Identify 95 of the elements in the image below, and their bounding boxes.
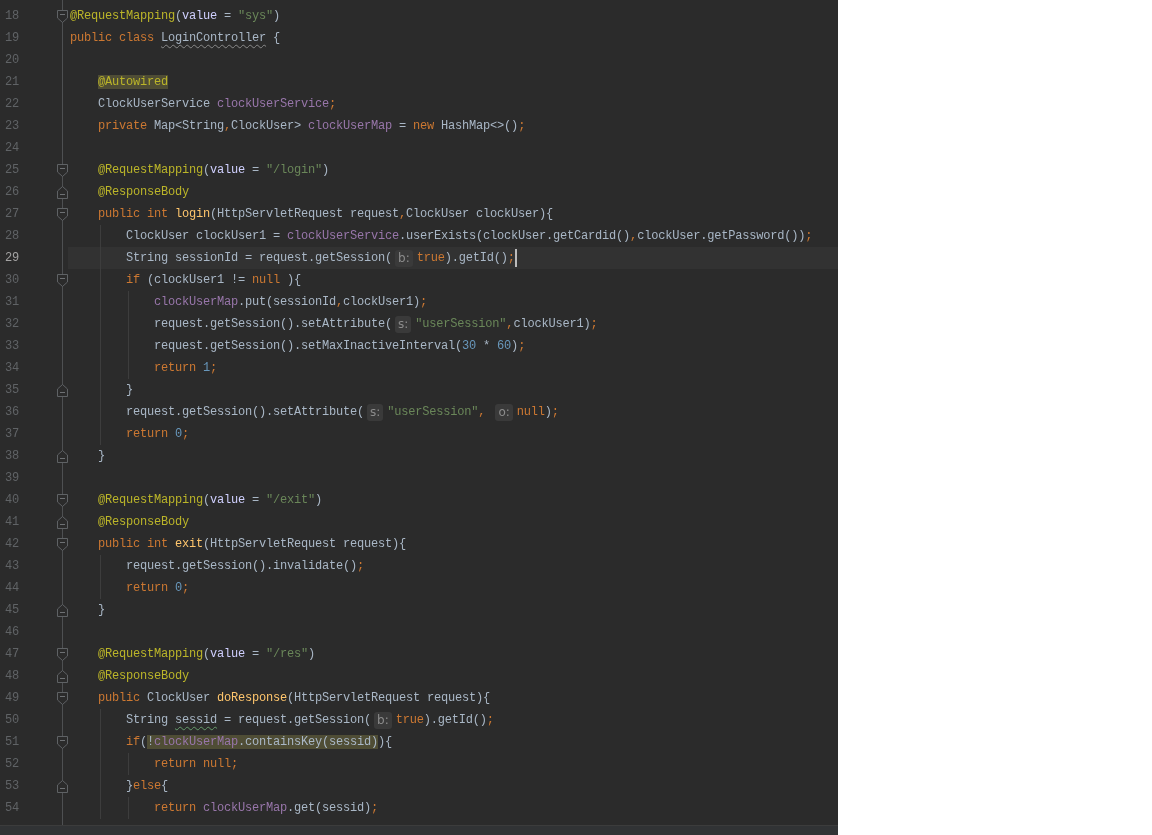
code-text: true).getId(); [395,712,494,729]
line-number: 19 [4,30,19,47]
line-number: 39 [4,470,19,487]
parameter-hint: b: [395,249,413,267]
line-number: 51 [4,734,19,751]
code-line: return 1; [154,360,218,377]
code-line: if (clockUser1 != null ){ [126,272,302,289]
line-number: 35 [4,382,19,399]
line-number: 24 [4,140,19,157]
code-line: }else{ [126,778,169,795]
fold-marker-icon[interactable] [57,647,68,661]
fold-marker-icon[interactable] [57,185,68,199]
line-number: 45 [4,602,19,619]
line-number: 48 [4,668,19,685]
fold-marker-icon[interactable] [57,603,68,617]
fold-marker-icon[interactable] [57,383,68,397]
code-line: ClockUserService clockUserService; [98,96,337,113]
code-line: } [98,602,105,619]
parameter-hint: s: [395,315,412,333]
fold-marker-icon[interactable] [57,163,68,177]
code-text: request.getSession().setAttribute( [126,404,365,421]
line-number: 28 [4,228,19,245]
line-number: 25 [4,162,19,179]
code-line: @RequestMapping(value = "/res") [98,646,316,663]
code-text: "userSession",clockUser1); [415,316,598,333]
fold-marker-icon[interactable] [57,273,68,287]
line-number: 18 [4,8,19,25]
code-line: public class LoginController { [70,30,281,47]
line-number: 21 [4,74,19,91]
code-line: private Map<String,ClockUser> clockUserMap = new HashMap<>(); [98,118,526,135]
fold-marker-icon[interactable] [57,449,68,463]
code-line: @ResponseBody [98,668,189,685]
code-line: @ResponseBody [98,514,189,531]
parameter-hint: o: [495,403,513,421]
code-text: String sessionId = request.getSession( [126,250,393,267]
fold-marker-icon[interactable] [57,735,68,749]
fold-marker-icon[interactable] [57,9,68,23]
parameter-hint: s: [367,403,384,421]
code-line: @RequestMapping(value = "/login") [98,162,330,179]
parameter-hint: b: [374,711,392,729]
code-text: "userSession", [387,404,487,421]
line-number: 20 [4,52,19,69]
line-number: 42 [4,536,19,553]
code-line: return 0; [126,580,190,597]
fold-marker-icon[interactable] [57,493,68,507]
line-number: 50 [4,712,19,729]
code-line: @RequestMapping(value = "/exit") [98,492,323,509]
line-number: 47 [4,646,19,663]
code-line: request.getSession().invalidate(); [126,558,365,575]
code-line: return clockUserMap.get(sessid); [154,800,379,817]
line-number: 53 [4,778,19,795]
line-number: 23 [4,118,19,135]
code-line: if(!clockUserMap.containsKey(sessid)){ [126,734,393,751]
code-line: } [126,382,133,399]
fold-marker-icon[interactable] [57,207,68,221]
line-number: 32 [4,316,19,333]
fold-marker-icon[interactable] [57,537,68,551]
code-line: request.getSession().setMaxInactiveInterval(30 * 60); [154,338,526,355]
code-line: ClockUser clockUser1 = clockUserService.userExists(clockUser.getCardid(),clockUser.getPassword()); [126,228,813,245]
line-number: 44 [4,580,19,597]
line-number: 31 [4,294,19,311]
line-number: 34 [4,360,19,377]
code-line: } [98,448,105,465]
line-number: 46 [4,624,19,641]
line-number: 22 [4,96,19,113]
fold-marker-icon[interactable] [57,515,68,529]
line-number: 49 [4,690,19,707]
code-line: public ClockUser doResponse(HttpServletRequest request){ [98,690,491,707]
fold-marker-icon[interactable] [57,779,68,793]
fold-marker-icon[interactable] [57,691,68,705]
fold-marker-icon[interactable] [57,669,68,683]
line-number: 40 [4,492,19,509]
line-number: 43 [4,558,19,575]
line-number: 41 [4,514,19,531]
code-line: return null; [154,756,239,773]
code-line: @ResponseBody [98,184,189,201]
code-line: clockUserMap.put(sessionId,clockUser1); [154,294,428,311]
code-text: true).getId(); [416,250,515,267]
line-number: 36 [4,404,19,421]
code-line: return 0; [126,426,190,443]
line-number: 54 [4,800,19,817]
line-number: 27 [4,206,19,223]
line-number: 29 [4,250,19,267]
line-number: 26 [4,184,19,201]
line-number: 38 [4,448,19,465]
code-text: null); [516,404,559,421]
code-line: public int login(HttpServletRequest request,ClockUser clockUser){ [98,206,554,223]
line-number: 30 [4,272,19,289]
line-number: 37 [4,426,19,443]
code-line: public int exit(HttpServletRequest request){ [98,536,407,553]
line-number: 52 [4,756,19,773]
code-text: request.getSession().setAttribute( [154,316,393,333]
code-text: String sessid = request.getSession( [126,712,372,729]
code-line: @RequestMapping(value = "sys") [70,8,281,25]
line-number: 33 [4,338,19,355]
